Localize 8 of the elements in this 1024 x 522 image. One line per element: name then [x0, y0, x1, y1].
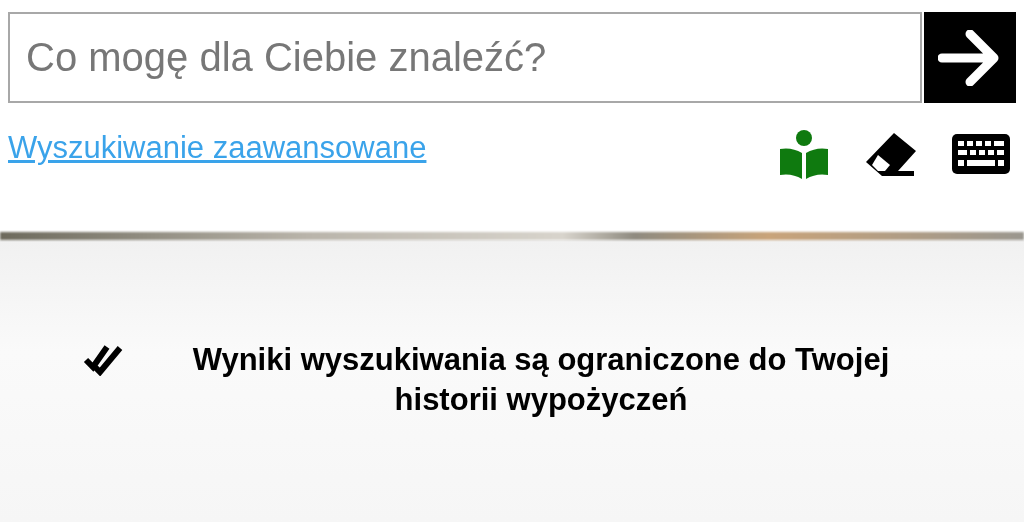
notice-text: Wyniki wyszukiwania są ograniczone do Twojej historii wypożyczeń [191, 341, 891, 419]
eraser-icon[interactable] [864, 131, 918, 177]
search-field[interactable]: Co mogę dla Ciebie znaleźć? [8, 12, 922, 103]
keyboard-icon[interactable] [952, 134, 1010, 174]
reader-icon[interactable] [778, 129, 830, 179]
double-check-icon [83, 342, 123, 376]
search-submit-button[interactable] [924, 12, 1016, 103]
advanced-search-link[interactable]: Wyszukiwanie zaawansowane [8, 130, 427, 166]
